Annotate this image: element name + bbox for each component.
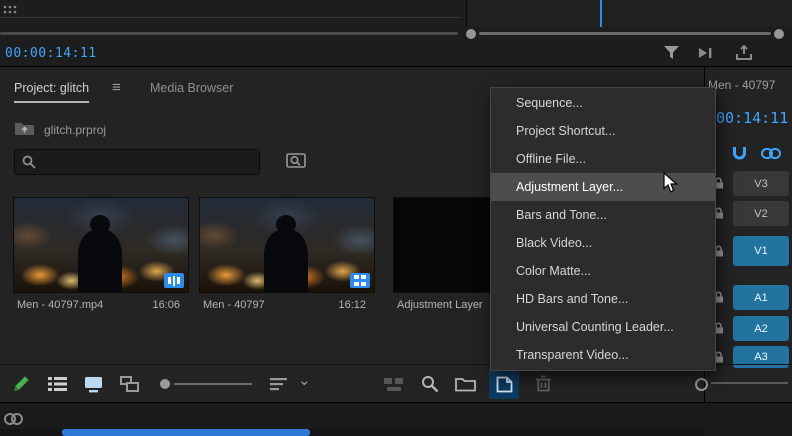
menu-item-black-video[interactable]: Black Video... [491,229,715,257]
new-bin-icon[interactable] [455,376,476,392]
link-icon[interactable] [4,412,23,426]
clip-thumbnail[interactable] [13,197,189,293]
export-icon[interactable] [735,45,753,60]
tab-media-browser-label: Media Browser [150,81,233,95]
trash-icon[interactable] [536,375,551,392]
new-item-menu: Sequence... Project Shortcut... Offline … [490,87,716,371]
zoom-scrollbar-track[interactable] [479,32,771,35]
chevron-down-icon[interactable]: ⌄ [298,371,311,389]
tab-project-label: Project: glitch [14,81,89,95]
filter-icon[interactable] [663,45,680,60]
menu-item-color-matte[interactable]: Color Matte... [491,257,715,285]
zoom-handle-left[interactable] [466,29,476,39]
menu-item-adjustment-layer[interactable]: Adjustment Layer... [491,173,715,201]
zoom-slider-track[interactable] [174,383,252,385]
breadcrumb[interactable]: glitch.prproj [44,123,106,137]
clip-edge-line [0,17,462,18]
timeline-panel: Men - 40797 00:14:11 V3 V2 V1 A1 A2 A3 [704,67,792,402]
step-forward-icon[interactable] [698,47,716,59]
find-icon[interactable] [421,375,439,393]
zoom-scrollbar[interactable] [466,29,784,39]
panel-grip-icon [3,5,18,15]
project-item-card[interactable]: Men - 40797 16:12 [198,195,376,317]
search-bin-icon[interactable] [286,152,306,169]
clip-name[interactable]: Men - 40797.mp4 [17,299,103,311]
search-input[interactable] [41,152,255,172]
media-type-badge [164,273,184,288]
freeform-view-icon[interactable] [120,376,139,392]
status-bar [0,402,792,436]
clip-duration: 16:12 [338,299,366,311]
menu-item-hd-bars-and-tone[interactable]: HD Bars and Tone... [491,285,715,313]
tab-media-browser[interactable]: Media Browser [150,81,233,101]
track-header-v3[interactable]: V3 [733,171,789,196]
timeline-strip: 00:00:14:11 [0,0,792,67]
snap-magnet-icon[interactable] [731,145,748,162]
zoom-handle-right[interactable] [774,29,784,39]
folder-up-icon[interactable] [14,120,35,136]
clip-duration: 16:06 [152,299,180,311]
top-right-region [466,0,792,27]
menu-item-sequence[interactable]: Sequence... [491,89,715,117]
sort-icon[interactable] [270,378,287,391]
project-writable-pen-icon[interactable] [12,374,31,393]
search-box[interactable] [14,149,260,175]
list-view-icon[interactable] [48,376,67,392]
automate-to-sequence-icon[interactable] [384,376,405,392]
timeline-timecode[interactable]: 00:00:14:11 [5,46,97,61]
menu-item-project-shortcut[interactable]: Project Shortcut... [491,117,715,145]
timeline-zoom-track[interactable] [711,382,788,384]
menu-item-offline-file[interactable]: Offline File... [491,145,715,173]
new-item-icon [496,376,513,393]
silhouette-figure [78,230,122,292]
linked-selection-icon[interactable] [761,148,781,159]
clip-name[interactable]: Adjustment Layer [397,299,483,311]
timeline-panel-timecode[interactable]: 00:14:11 [716,109,788,127]
timeline-panel-title[interactable]: Men - 40797 [708,78,775,92]
silhouette-figure [264,230,308,292]
playhead[interactable] [600,0,602,27]
clip-name[interactable]: Men - 40797 [203,299,265,311]
track-header-v1[interactable]: V1 [733,236,789,266]
sequence-thumbnail[interactable] [199,197,375,293]
track-header-a1[interactable]: A1 [733,285,789,310]
menu-item-transparent-video[interactable]: Transparent Video... [491,341,715,369]
timeline-scrollbar-left[interactable] [0,32,458,35]
track-header-v2[interactable]: V2 [733,201,789,226]
tab-project[interactable]: Project: glitch [14,81,89,103]
project-item-card[interactable]: Men - 40797.mp4 16:06 [12,195,190,317]
timeline-zoom-handle[interactable] [695,378,708,391]
icon-view-icon[interactable] [84,376,103,393]
menu-item-universal-counting-leader[interactable]: Universal Counting Leader... [491,313,715,341]
track-header-a2[interactable]: A2 [733,316,789,341]
menu-item-bars-and-tone[interactable]: Bars and Tone... [491,201,715,229]
new-item-button[interactable] [489,369,519,399]
zoom-slider-handle[interactable] [160,379,170,389]
timeline-toolbar-divider [705,364,792,365]
sequence-badge [350,273,370,288]
panel-menu-icon[interactable]: ≡ [112,79,121,96]
search-icon [22,155,36,169]
mouse-cursor [663,172,678,194]
